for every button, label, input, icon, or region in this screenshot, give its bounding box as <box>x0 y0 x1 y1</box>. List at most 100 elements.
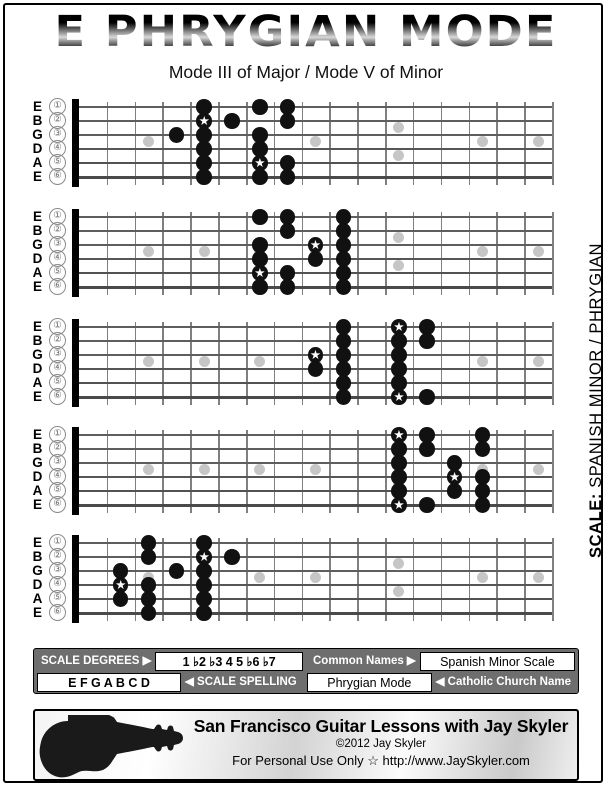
note-marker <box>307 251 324 267</box>
fret-wire-10 <box>357 212 359 295</box>
inlay-dot-fret-17 <box>532 463 544 475</box>
inlay-dot-fret-17 <box>532 135 544 147</box>
string-label-3: G③ <box>30 345 72 363</box>
inlay-dot-fret-3 <box>143 135 155 147</box>
fret-wire-16 <box>524 430 526 513</box>
neck <box>72 424 554 524</box>
note-marker <box>279 223 296 239</box>
inlay-dot-fret-12 <box>393 121 405 133</box>
string-note-name: D <box>32 140 43 156</box>
string-line-1 <box>79 106 552 108</box>
inlay-dot-fret-12 <box>393 259 405 271</box>
string-label-5: A⑤ <box>30 589 72 607</box>
note-marker <box>168 563 185 579</box>
fret-wire-2 <box>134 212 137 295</box>
string-note-name: E <box>32 534 42 550</box>
fret-wire-6 <box>245 212 248 295</box>
string-note-name: D <box>32 250 43 266</box>
neck <box>72 96 554 196</box>
fret-wire-6 <box>245 322 248 405</box>
fret-wire-13 <box>440 212 443 295</box>
fret-wire-14 <box>468 322 471 405</box>
fret-wire-12 <box>412 212 415 295</box>
inlay-dot-fret-3 <box>143 245 155 257</box>
fret-wire-6 <box>245 430 248 513</box>
fret-wire-11 <box>385 430 387 513</box>
fret-wire-17 <box>552 538 554 621</box>
fret-wire-12 <box>412 430 415 513</box>
fret-wire-17 <box>552 322 554 405</box>
string-note-name: B <box>32 112 43 128</box>
fret-wire-15 <box>496 322 498 405</box>
string-label-2: B② <box>30 111 72 129</box>
inlay-dot-fret-9 <box>310 135 321 147</box>
inlay-dot-fret-12 <box>393 231 405 243</box>
neck <box>72 206 554 306</box>
string-label-3: G③ <box>30 561 72 579</box>
fret-wire-12 <box>412 102 415 185</box>
note-marker <box>140 605 157 621</box>
string-note-name: B <box>32 222 43 238</box>
string-labels: E①B②G③D④A⑤E⑥ <box>30 96 72 196</box>
string-label-5: A⑤ <box>30 263 72 281</box>
fretboard-position-4: E①B②G③D④A⑤E⑥ <box>30 424 554 524</box>
note-marker <box>335 389 352 405</box>
note-marker <box>446 483 463 499</box>
string-number: ⑥ <box>49 167 66 185</box>
inlay-dot-fret-12 <box>393 585 405 597</box>
fret-wire-2 <box>134 538 137 621</box>
string-note-name: E <box>32 604 42 620</box>
fret-wire-13 <box>440 322 443 405</box>
string-labels: E①B②G③D④A⑤E⑥ <box>30 532 72 632</box>
guitar-icon <box>39 715 183 778</box>
string-label-4: D④ <box>30 467 72 485</box>
string-line-4 <box>79 148 552 150</box>
string-line-1 <box>79 216 552 218</box>
inlay-dot-fret-15 <box>476 355 488 367</box>
string-label-6: E⑥ <box>30 495 72 513</box>
legend-panel: SCALE DEGREES ▶ 1 ♭2 ♭3 4 5 ♭6 ♭7 Common… <box>33 648 579 694</box>
string-label-1: E① <box>30 425 72 443</box>
scale-vertical-label: SCALE: SPANISH MINOR / PHRYGIAN <box>584 178 610 622</box>
neck <box>72 532 554 632</box>
string-note-name: B <box>32 440 43 456</box>
fret-wire-7 <box>273 212 276 295</box>
fret-wire-3 <box>162 322 165 405</box>
string-label-3: G③ <box>30 453 72 471</box>
note-marker <box>252 99 268 115</box>
fret-wire-3 <box>162 102 165 185</box>
string-line-5 <box>79 382 552 385</box>
fret-wire-11 <box>385 102 387 185</box>
fretboard-position-1: E①B②G③D④A⑤E⑥ <box>30 96 554 196</box>
fret-wire-9 <box>329 212 331 295</box>
nut <box>72 209 79 297</box>
fret-wire-8 <box>301 430 304 513</box>
note-marker <box>419 333 435 349</box>
string-label-1: E① <box>30 533 72 551</box>
string-label-6: E⑥ <box>30 387 72 405</box>
string-note-name: A <box>32 590 43 606</box>
inlay-dot-fret-5 <box>198 463 210 475</box>
inlay-dot-fret-5 <box>198 245 210 257</box>
inlay-dot-fret-7 <box>254 571 266 583</box>
string-label-2: B② <box>30 331 72 349</box>
string-note-name: G <box>32 346 43 362</box>
common-names-label: Common Names ▶ <box>313 655 416 667</box>
note-marker <box>307 361 324 377</box>
fret-wire-15 <box>496 212 498 295</box>
inlay-dot-fret-9 <box>310 463 321 475</box>
note-marker <box>252 279 268 295</box>
fret-wire-6 <box>245 102 248 185</box>
fret-wire-4 <box>190 212 192 295</box>
fret-wire-12 <box>412 322 415 405</box>
string-note-name: E <box>32 278 42 294</box>
fret-wire-2 <box>134 102 137 185</box>
string-line-6 <box>79 176 552 179</box>
fret-wire-5 <box>218 102 220 185</box>
string-line-5 <box>79 162 552 165</box>
footer-text: San Francisco Guitar Lessons with Jay Sk… <box>185 715 577 769</box>
fret-wire-6 <box>245 538 248 621</box>
note-marker <box>419 497 435 513</box>
string-label-6: E⑥ <box>30 277 72 295</box>
root-note-marker <box>391 389 407 405</box>
